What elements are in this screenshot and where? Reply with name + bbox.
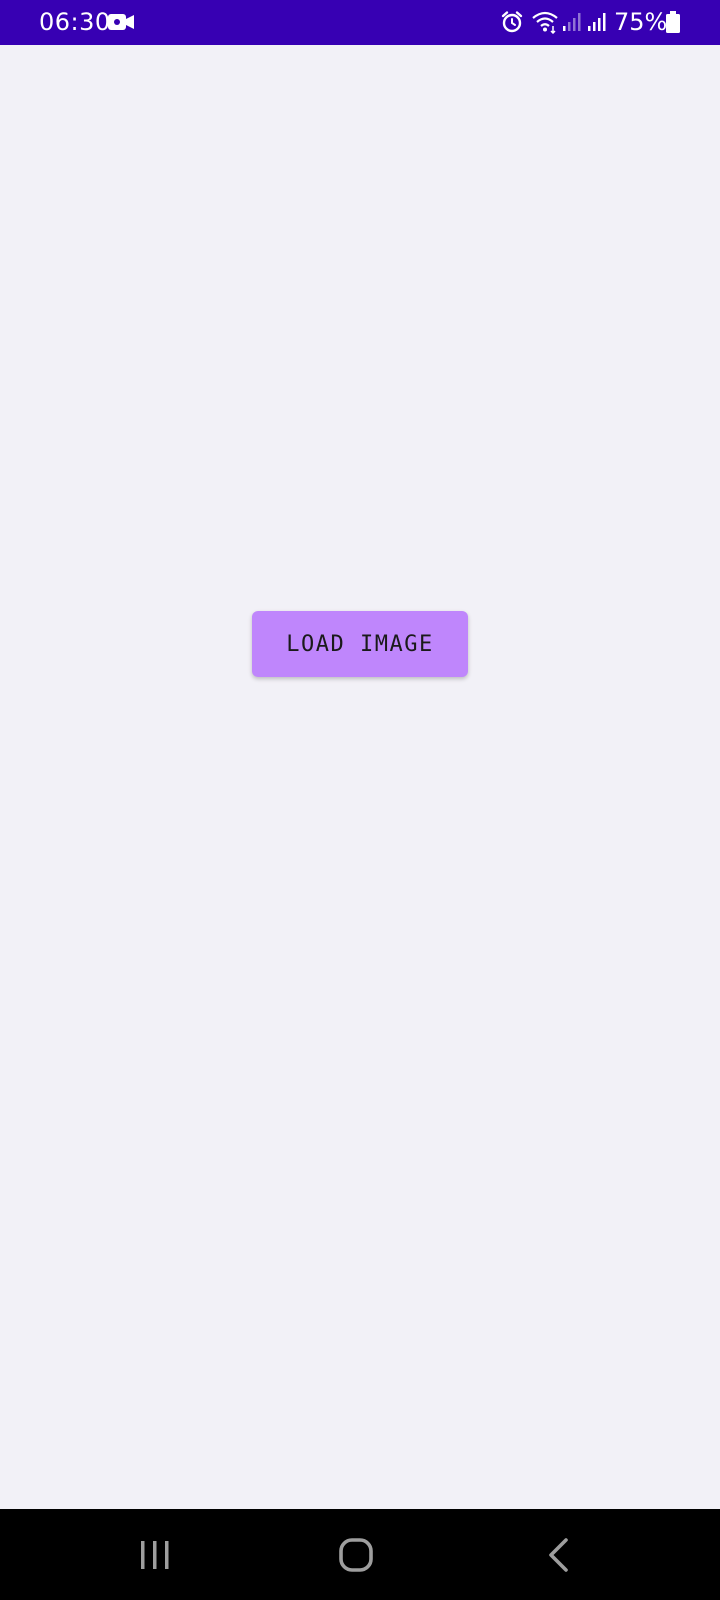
main-content: LOAD IMAGE <box>0 45 720 1509</box>
signal-icon <box>588 13 606 31</box>
status-bar: 06:30 75% <box>0 0 720 45</box>
battery-percent: 75% <box>614 8 668 36</box>
navigation-bar <box>0 1509 720 1600</box>
signal-icon <box>563 13 581 31</box>
back-icon[interactable] <box>546 1537 572 1573</box>
wifi-icon <box>532 11 558 34</box>
alarm-icon <box>501 11 523 33</box>
recents-icon[interactable] <box>138 1539 172 1571</box>
home-icon[interactable] <box>338 1537 374 1573</box>
status-time: 06:30 <box>39 8 111 36</box>
battery-icon <box>666 11 680 33</box>
load-image-button[interactable]: LOAD IMAGE <box>252 611 468 677</box>
camera-icon <box>108 14 134 30</box>
